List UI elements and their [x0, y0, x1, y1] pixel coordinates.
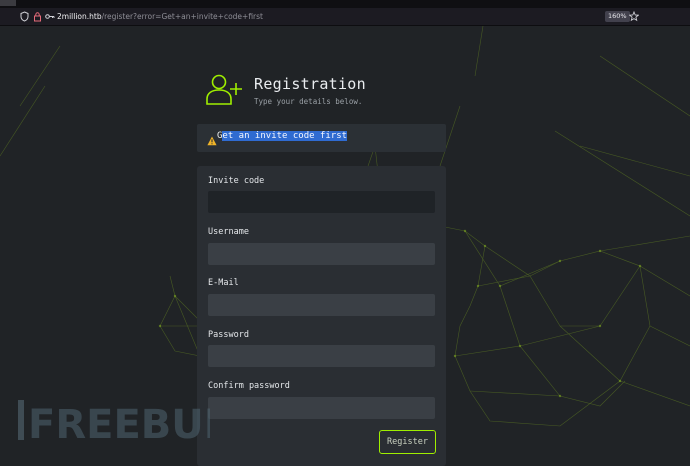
password-label: Password: [208, 330, 249, 340]
email-label: E-Mail: [208, 278, 239, 288]
lock-warning-icon[interactable]: [33, 8, 43, 25]
warning-icon: [207, 131, 217, 146]
confirm-password-input[interactable]: [208, 397, 435, 419]
freebuf-watermark: FREEBUF: [18, 400, 210, 442]
confirm-password-label: Confirm password: [208, 381, 290, 391]
password-input[interactable]: [208, 345, 435, 367]
alert-message: Get an invite code first: [217, 131, 348, 141]
tab-strip: [0, 0, 690, 8]
address-bar[interactable]: 2million.htb/register?error=Get+an+invit…: [0, 8, 690, 26]
url-host: 2million.htb: [57, 12, 102, 21]
browser-tab[interactable]: [0, 0, 16, 6]
watermark-text: FREEBUF: [28, 402, 210, 442]
page-subtitle: Type your details below.: [254, 97, 363, 106]
zoom-level-badge[interactable]: 160%: [605, 11, 630, 22]
invite-code-label: Invite code: [208, 176, 265, 186]
page-title: Registration: [254, 75, 366, 93]
email-input[interactable]: [208, 294, 435, 316]
invite-code-input[interactable]: [208, 191, 435, 213]
alert-message-selected-text: et an invite code first: [222, 131, 348, 141]
url-text[interactable]: 2million.htb/register?error=Get+an+invit…: [57, 8, 263, 25]
key-icon[interactable]: [45, 8, 55, 25]
bookmark-star-icon[interactable]: [628, 8, 640, 25]
add-user-icon: [205, 74, 245, 106]
shield-icon[interactable]: [20, 8, 30, 25]
error-alert: Get an invite code first: [197, 124, 446, 152]
username-label: Username: [208, 227, 249, 237]
url-path: /register?error=Get+an+invite+code+first: [101, 12, 263, 21]
username-input[interactable]: [208, 243, 435, 265]
register-button[interactable]: Register: [379, 430, 436, 454]
